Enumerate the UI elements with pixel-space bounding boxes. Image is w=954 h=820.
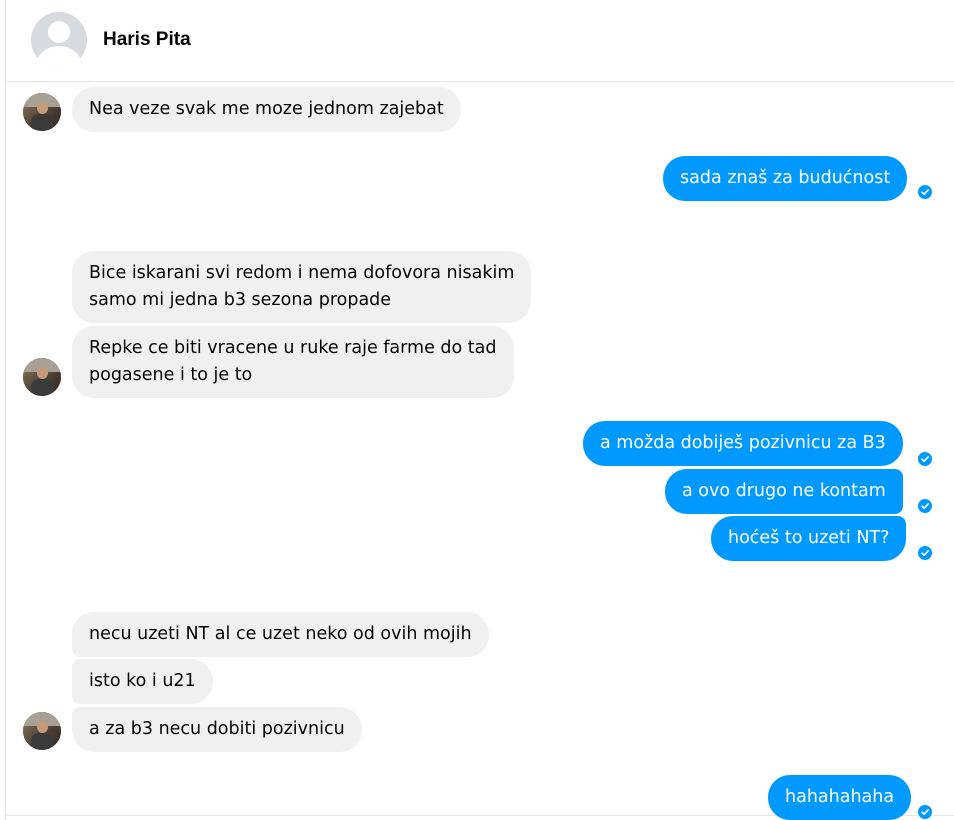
message-outgoing[interactable]: a ovo drugo ne kontam <box>665 469 903 514</box>
window-border-left <box>5 0 6 820</box>
contact-name[interactable]: Haris Pita <box>103 28 191 52</box>
message-text: sada znaš za budućnost <box>680 168 891 188</box>
check-circle-icon <box>918 499 932 513</box>
check-circle-icon <box>918 185 932 199</box>
message-incoming[interactable]: Nea veze svak me moze jednom zajebat <box>72 87 461 132</box>
message-incoming[interactable]: isto ko i u21 <box>72 659 213 704</box>
message-text-line: samo mi jedna b3 sezona propade <box>89 290 392 310</box>
contact-avatar[interactable] <box>31 12 87 68</box>
default-profile-icon <box>48 21 70 43</box>
check-circle-icon <box>918 546 932 560</box>
message-text: a možda dobiješ pozivnicu za B3 <box>600 433 886 453</box>
message-text: necu uzeti NT al ce uzet neko od ovih mo… <box>89 624 472 644</box>
sender-avatar[interactable] <box>23 358 61 396</box>
message-incoming[interactable]: a za b3 necu dobiti pozivnicu <box>72 707 362 752</box>
message-text: a za b3 necu dobiti pozivnicu <box>89 719 345 739</box>
message-text: hahahahaha <box>785 787 895 807</box>
sender-avatar[interactable] <box>23 712 61 750</box>
message-text: Nea veze svak me moze jednom zajebat <box>89 99 444 119</box>
message-outgoing[interactable]: sada znaš za budućnost <box>663 156 908 201</box>
message-text: a ovo drugo ne kontam <box>682 481 886 501</box>
message-incoming[interactable]: Bice iskarani svi redom i nema dofovora … <box>72 251 532 323</box>
message-incoming[interactable]: Repke ce biti vracene u ruke raje farme … <box>72 326 514 398</box>
message-text-line: Bice iskarani svi redom i nema dofovora … <box>89 263 515 283</box>
message-text-line: pogasene i to je to <box>89 365 253 385</box>
message-incoming[interactable]: necu uzeti NT al ce uzet neko od ovih mo… <box>72 612 489 657</box>
message-outgoing[interactable]: hahahahaha <box>768 775 912 820</box>
message-outgoing[interactable]: hoćeš to uzeti NT? <box>711 516 907 561</box>
message-outgoing[interactable]: a možda dobiješ pozivnicu za B3 <box>583 421 903 466</box>
chat-window: Haris Pita Nea veze svak me moze jednom … <box>0 0 954 820</box>
check-circle-icon <box>918 805 932 819</box>
message-text: hoćeš to uzeti NT? <box>728 528 890 548</box>
check-circle-icon <box>918 452 932 466</box>
message-text: isto ko i u21 <box>89 671 196 691</box>
message-text-line: Repke ce biti vracene u ruke raje farme … <box>89 338 497 358</box>
sender-avatar[interactable] <box>23 93 61 131</box>
conversation-header: Haris Pita <box>6 0 954 82</box>
